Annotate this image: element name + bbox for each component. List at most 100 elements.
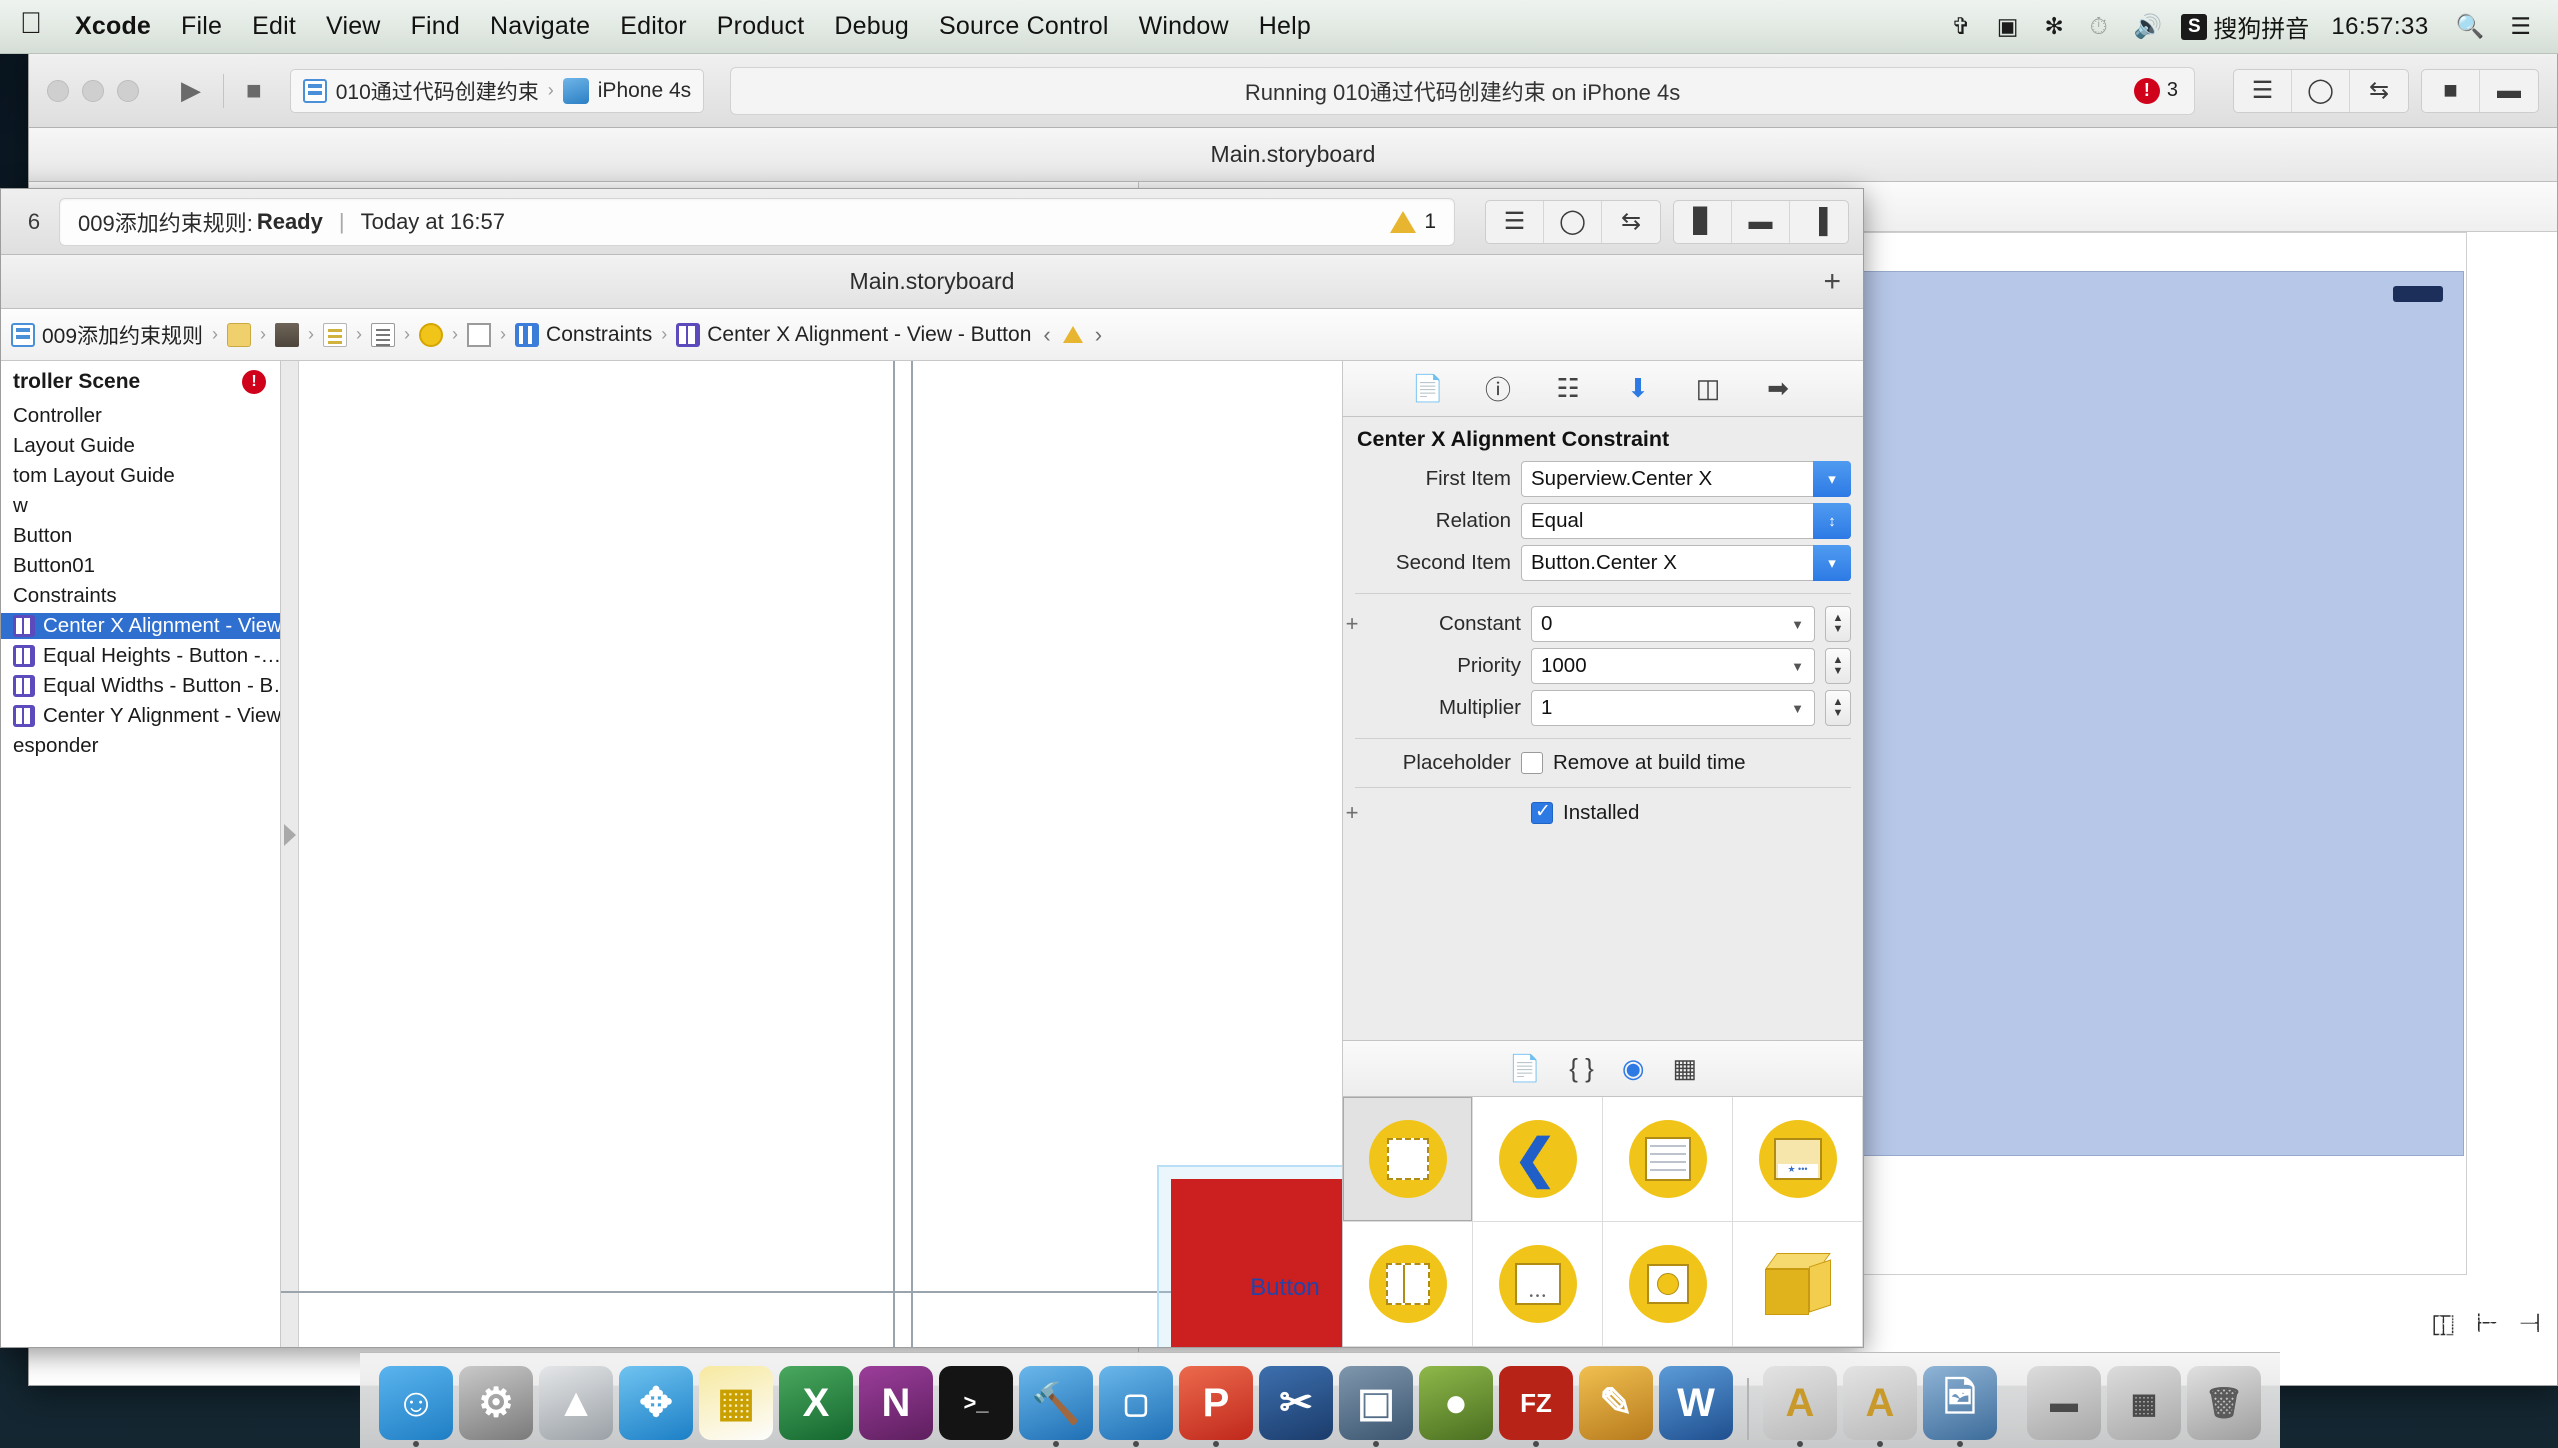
library-item-object[interactable]: [1733, 1222, 1863, 1347]
debug-area-toggle-icon[interactable]: ▬: [1732, 200, 1790, 243]
add-editor-button[interactable]: +: [1823, 265, 1841, 299]
code-snippet-library-icon[interactable]: { }: [1569, 1053, 1594, 1084]
outline-row-first-responder[interactable]: esponder: [1, 733, 280, 759]
library-item-navigation-controller[interactable]: ❮: [1473, 1097, 1603, 1222]
identity-inspector-icon[interactable]: ☷: [1538, 369, 1598, 409]
outline-row-center-y-alignment[interactable]: Center Y Alignment - View…: [1, 703, 280, 729]
version-editor-icon[interactable]: ⇆: [2350, 70, 2408, 112]
library-item-gl-kit-view-controller[interactable]: [1603, 1222, 1733, 1347]
version-editor-icon[interactable]: ⇆: [1602, 201, 1660, 243]
issue-badge[interactable]: ! 3: [2133, 77, 2178, 104]
menu-item-file[interactable]: File: [166, 12, 237, 41]
launchpad-icon[interactable]: ▲: [539, 1366, 613, 1440]
app-store-a2-icon[interactable]: A: [1843, 1366, 1917, 1447]
editor-mode-group[interactable]: ☰ ◯ ⇆: [2233, 68, 2409, 113]
trash-icon[interactable]: 🗑: [2187, 1366, 2261, 1440]
movie-icon[interactable]: ▣: [1339, 1366, 1413, 1447]
parallels-icon[interactable]: P: [1179, 1366, 1253, 1447]
menu-item-xcode[interactable]: Xcode: [60, 12, 166, 41]
jump-forward-arrow[interactable]: ›: [1090, 322, 1107, 348]
chevron-down-icon[interactable]: ▼: [1791, 701, 1804, 716]
document-outline[interactable]: troller Scene ! Controller Layout Guide …: [1, 361, 281, 1347]
multiplier-field[interactable]: 1 ▼: [1531, 690, 1815, 726]
mac-dock[interactable]: ☺ ⚙ ▲ ✥ ▦ X N >_ 🔨 ▢ P ✂ ▣ ● FZ ✎ W A A …: [360, 1352, 2280, 1448]
simulator-icon[interactable]: ▢: [1099, 1366, 1173, 1447]
placeholder-checkbox[interactable]: [1521, 752, 1543, 774]
outline-row-center-x-alignment[interactable]: Center X Alignment - View…: [1, 613, 280, 639]
navigator-toggle-icon[interactable]: ▊: [1674, 200, 1732, 243]
library-item-view-controller[interactable]: [1343, 1097, 1473, 1222]
connections-inspector-icon[interactable]: ➡: [1748, 369, 1808, 409]
utilities-toggle-icon[interactable]: ▐: [1790, 201, 1848, 243]
downloads-icon[interactable]: ▦: [2107, 1366, 2181, 1440]
navigator-toggle-icon[interactable]: ■: [2422, 69, 2480, 112]
view-toggle-group[interactable]: ■ ▬: [2421, 68, 2539, 113]
filezilla-icon[interactable]: FZ: [1499, 1366, 1573, 1447]
view-controller-icon[interactable]: [419, 322, 444, 347]
chevron-down-icon[interactable]: ▾: [1813, 545, 1851, 581]
constant-field[interactable]: 0 ▼: [1531, 606, 1815, 642]
menu-item-navigate[interactable]: Navigate: [475, 12, 605, 41]
search-icon[interactable]: 🔍: [2443, 13, 2498, 40]
front-warning-badge[interactable]: 1: [1390, 210, 1436, 234]
assistant-editor-icon[interactable]: ◯: [2292, 69, 2350, 112]
front-editor-mode-group[interactable]: ☰ ◯ ⇆: [1485, 199, 1661, 244]
menu-item-product[interactable]: Product: [702, 12, 820, 41]
front-view-toggle-group[interactable]: ▊ ▬ ▐: [1673, 199, 1849, 244]
safari-icon[interactable]: ✥: [619, 1366, 693, 1440]
size-inspector-icon[interactable]: ◫: [1678, 369, 1738, 409]
group-dark-icon[interactable]: [275, 322, 300, 347]
preview-icon[interactable]: 🖻: [1923, 1366, 1997, 1447]
folder-icon[interactable]: [227, 322, 252, 347]
inspector-tab-bar[interactable]: 📄 ⓘ ☷ ⬇ ◫ ➡: [1343, 361, 1863, 417]
volume-icon[interactable]: 🔊: [2121, 13, 2176, 40]
finder-icon[interactable]: ☺: [379, 1366, 453, 1447]
window-controls[interactable]: [47, 79, 139, 102]
stop-icon[interactable]: ■: [230, 75, 278, 106]
constant-add-icon[interactable]: +: [1343, 611, 1361, 637]
fritzing-icon[interactable]: ●: [1419, 1366, 1493, 1440]
jump-constraint-label[interactable]: Center X Alignment - View - Button: [707, 323, 1031, 347]
snipaste-icon[interactable]: ✂: [1259, 1366, 1333, 1440]
system-preferences-icon[interactable]: ⚙: [459, 1366, 533, 1440]
terminal-icon[interactable]: >_: [939, 1366, 1013, 1440]
app-store-a-icon[interactable]: A: [1763, 1366, 1837, 1447]
outline-row-controller[interactable]: Controller: [1, 403, 280, 429]
stickies-icon[interactable]: ▦: [699, 1366, 773, 1440]
outline-row-bottom-layout-guide[interactable]: tom Layout Guide: [1, 463, 280, 489]
display-icon[interactable]: ▬: [2027, 1366, 2101, 1440]
storyboard-icon[interactable]: [11, 322, 35, 347]
menu-item-find[interactable]: Find: [396, 12, 475, 41]
excel-icon[interactable]: X: [779, 1366, 853, 1440]
object-library-icon[interactable]: ◉: [1622, 1053, 1645, 1084]
menu-item-edit[interactable]: Edit: [237, 12, 311, 41]
word-icon[interactable]: W: [1659, 1366, 1733, 1440]
outline-row-equal-heights[interactable]: Equal Heights - Button -…: [1, 643, 280, 669]
warning-icon[interactable]: [1062, 326, 1083, 343]
attributes-inspector-icon[interactable]: ⬇: [1608, 369, 1668, 409]
file-inspector-icon[interactable]: 📄: [1398, 369, 1458, 409]
second-item-popup[interactable]: Button.Center X ▾: [1521, 545, 1851, 581]
input-method-badge[interactable]: S: [2181, 13, 2208, 40]
tools-icon[interactable]: ✎: [1579, 1366, 1653, 1440]
center-x-constraint-icon[interactable]: [676, 322, 701, 347]
airplay-icon[interactable]: ✞: [1938, 13, 1983, 40]
constant-stepper[interactable]: ▲ ▼: [1825, 606, 1851, 642]
library-item-page-view-controller[interactable]: [1473, 1222, 1603, 1347]
installed-checkbox[interactable]: [1531, 800, 1553, 824]
standard-editor-icon[interactable]: ☰: [2234, 69, 2292, 112]
menu-item-editor[interactable]: Editor: [605, 12, 702, 41]
menubar-clock[interactable]: 16:57:33: [2317, 13, 2442, 41]
zoom-button[interactable]: [117, 79, 139, 102]
assistant-editor-icon[interactable]: ◯: [1544, 200, 1602, 243]
library-item-split-view-controller[interactable]: [1343, 1222, 1473, 1347]
selected-button-widget[interactable]: Button 70 54: [1157, 1165, 1342, 1347]
chevron-down-icon[interactable]: ▾: [1813, 461, 1851, 497]
jump-project-label[interactable]: 009添加约束规则: [42, 320, 203, 350]
outline-row-button01[interactable]: Button01: [1, 553, 280, 579]
jump-constraints-label[interactable]: Constraints: [546, 323, 652, 347]
quick-help-icon[interactable]: ⓘ: [1468, 369, 1528, 409]
chevron-down-icon[interactable]: ▼: [1791, 659, 1804, 674]
chevron-down-icon[interactable]: ▼: [1791, 617, 1804, 632]
menu-item-window[interactable]: Window: [1124, 12, 1244, 41]
